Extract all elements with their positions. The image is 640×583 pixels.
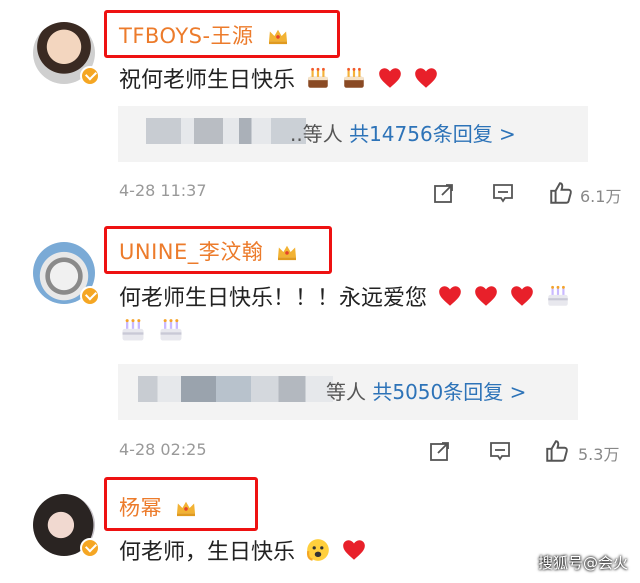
like-icon[interactable]: [548, 180, 574, 206]
comment-2: UNINE_李汶翰 何老师生日快乐！！！永远爱您 等人 共5050条回复 > 4…: [0, 220, 640, 470]
reply-summary[interactable]: ..等人 共14756条回复 >: [290, 118, 516, 147]
comment-text-content: 祝何老师生日快乐: [119, 68, 296, 93]
comment-text-content: 何老师，生日快乐: [119, 540, 296, 565]
reply-preview[interactable]: 等人 共5050条回复 >: [118, 364, 578, 420]
like-count: 5.3万: [578, 445, 620, 464]
comment-1: TFBOYS-王源 祝何老师生日快乐 ..等人 共14756条回复 > 4-28…: [0, 0, 640, 220]
timestamp: 4-28 11:37: [119, 181, 207, 200]
reply-prefix: ..等人: [290, 122, 343, 146]
username[interactable]: TFBOYS-王源: [119, 20, 289, 50]
username-text[interactable]: 杨幂: [119, 496, 162, 520]
comment-icon[interactable]: [491, 181, 515, 205]
comment-icon[interactable]: [488, 439, 512, 463]
crown-icon: [267, 27, 289, 45]
verified-badge: [80, 66, 100, 86]
share-icon[interactable]: [428, 439, 452, 463]
blurred-names: [138, 376, 333, 402]
reply-count-link[interactable]: 共14756条回复 >: [349, 122, 516, 146]
heart-emoji: [509, 283, 535, 309]
like-icon[interactable]: [544, 438, 570, 464]
cake-emoji: [119, 316, 147, 344]
comment-text: 何老师，生日快乐: [119, 534, 367, 566]
comment-text: 祝何老师生日快乐: [119, 62, 439, 94]
username-text[interactable]: TFBOYS-王源: [119, 24, 254, 48]
timestamp: 4-28 02:25: [119, 440, 207, 459]
cake-emoji: [305, 65, 331, 91]
share-icon[interactable]: [432, 181, 456, 205]
blurred-names: [146, 118, 306, 144]
comment-text-line2: [119, 316, 185, 346]
heart-emoji: [341, 537, 367, 563]
username[interactable]: 杨幂: [119, 492, 197, 522]
heart-emoji: [473, 283, 499, 309]
reply-prefix: 等人: [326, 380, 366, 404]
cake-emoji: [341, 65, 367, 91]
heart-emoji: [437, 283, 463, 309]
heart-emoji: [377, 65, 403, 91]
comment-text-content: 何老师生日快乐！！！永远爱您: [119, 286, 428, 311]
username-text[interactable]: UNINE_李汶翰: [119, 240, 263, 264]
reply-count-link[interactable]: 共5050条回复 >: [372, 380, 526, 404]
cake-emoji: [545, 283, 571, 309]
reply-summary[interactable]: 等人 共5050条回复 >: [326, 376, 526, 405]
crown-icon: [276, 243, 298, 261]
username[interactable]: UNINE_李汶翰: [119, 236, 298, 266]
like-count: 6.1万: [580, 187, 622, 206]
cake-emoji: [157, 316, 185, 344]
shy-emoji: [305, 537, 331, 563]
reply-preview[interactable]: ..等人 共14756条回复 >: [118, 106, 588, 162]
heart-emoji: [413, 65, 439, 91]
comment-text: 何老师生日快乐！！！永远爱您: [119, 280, 571, 312]
crown-icon: [175, 499, 197, 517]
watermark: 搜狐号@会火: [537, 554, 628, 572]
verified-badge: [80, 286, 100, 306]
verified-badge: [80, 538, 100, 558]
